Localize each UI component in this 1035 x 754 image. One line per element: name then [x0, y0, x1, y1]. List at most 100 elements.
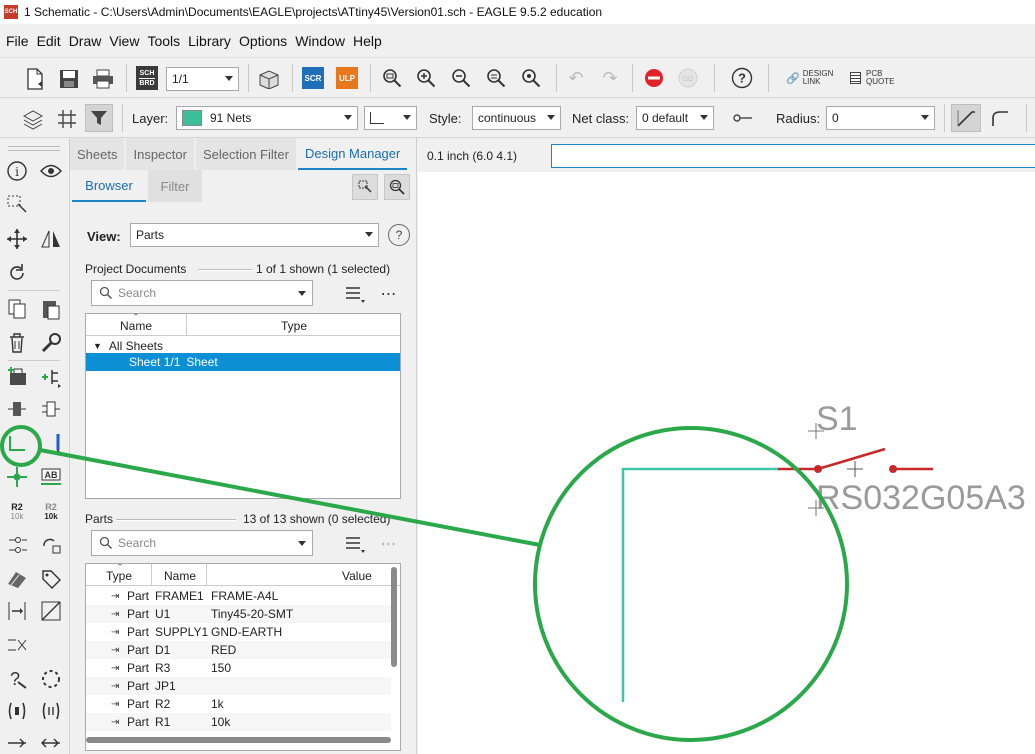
wrench-icon[interactable]: [38, 330, 64, 356]
misc-tool-icon[interactable]: [38, 730, 64, 754]
radius-select[interactable]: 0: [826, 106, 935, 130]
table-row[interactable]: ⇥ Part R1 10k: [86, 713, 391, 731]
copy-icon[interactable]: [4, 296, 30, 322]
select-in-canvas-icon[interactable]: [352, 174, 378, 200]
subtab-browser[interactable]: Browser: [72, 170, 146, 202]
add-part-icon[interactable]: [4, 364, 30, 390]
wire-bend-select[interactable]: [364, 106, 417, 130]
zoom-out-icon[interactable]: [449, 66, 473, 90]
menu-edit[interactable]: Edit: [33, 33, 65, 49]
grid-icon[interactable]: [54, 106, 80, 132]
ulp-icon[interactable]: ULP: [336, 67, 358, 89]
view-select[interactable]: Parts: [130, 223, 379, 247]
tab-selection-filter[interactable]: Selection Filter: [195, 138, 296, 170]
mark-icon[interactable]: [4, 698, 30, 724]
subtab-filter[interactable]: Filter: [148, 170, 202, 202]
save-icon[interactable]: [56, 66, 82, 92]
split-icon[interactable]: [4, 730, 30, 754]
invoke-icon[interactable]: [4, 396, 30, 422]
tab-inspector[interactable]: Inspector: [126, 138, 194, 170]
layer-settings-icon[interactable]: [256, 66, 282, 92]
filter-icon[interactable]: [85, 104, 113, 132]
round-corner-icon[interactable]: [985, 104, 1015, 132]
script-icon[interactable]: SCR: [302, 67, 324, 89]
circle-dots-icon[interactable]: [38, 666, 64, 692]
print-icon[interactable]: [90, 66, 116, 92]
undo-icon[interactable]: ↶: [564, 66, 588, 90]
go-icon[interactable]: GO: [677, 67, 699, 89]
optimize-icon[interactable]: [38, 698, 64, 724]
rotate-icon[interactable]: [4, 260, 30, 286]
zoom-to-selection-icon[interactable]: [384, 174, 410, 200]
attribute-icon[interactable]: [38, 566, 64, 592]
bus-tool-icon[interactable]: [38, 430, 64, 456]
select-group-icon[interactable]: [4, 192, 30, 218]
stop-icon[interactable]: [643, 67, 665, 89]
show-icon[interactable]: [38, 158, 64, 184]
value-tool-icon[interactable]: R2 10k: [38, 498, 64, 524]
delete-icon[interactable]: [4, 330, 30, 356]
zoom-fit-icon[interactable]: [380, 66, 404, 90]
command-input[interactable]: [551, 144, 1035, 168]
ripup-icon[interactable]: [4, 632, 30, 658]
menu-tools[interactable]: Tools: [143, 33, 184, 49]
table-row[interactable]: ⇥ Part U1 Tiny45-20-SMT: [86, 605, 391, 623]
design-link-button[interactable]: 🔗 DESIGN LINK: [786, 68, 836, 88]
tab-sheets[interactable]: Sheets: [70, 138, 125, 170]
table-row[interactable]: ⇥ Part FRAME1 FRAME-A4L: [86, 587, 391, 605]
more-options-icon[interactable]: ⋯: [376, 284, 402, 304]
sheet-select[interactable]: 1/1: [166, 67, 239, 91]
table-row[interactable]: ⇥ Part SUPPLY1 GND-EARTH: [86, 623, 391, 641]
replace-part-icon[interactable]: [38, 364, 64, 390]
zoom-in-icon[interactable]: [414, 66, 438, 90]
gate-icon[interactable]: [38, 396, 64, 422]
name-tool-icon[interactable]: R2 10k: [4, 498, 30, 524]
net-tool-icon[interactable]: [4, 430, 30, 456]
menu-draw[interactable]: Draw: [65, 33, 106, 49]
tree-row-sheet-1[interactable]: Sheet 1/1 Sheet: [86, 353, 400, 371]
pinswap-icon[interactable]: [4, 532, 30, 558]
zoom-area-icon[interactable]: [519, 66, 543, 90]
list-options-icon[interactable]: [342, 284, 368, 304]
wire-end-icon[interactable]: [732, 108, 754, 128]
menu-library[interactable]: Library: [184, 33, 235, 49]
line-tool-icon[interactable]: [38, 598, 64, 624]
column-value[interactable]: Value: [342, 569, 372, 583]
net-wire[interactable]: [621, 467, 778, 702]
gateswap-icon[interactable]: [38, 532, 64, 558]
menu-help[interactable]: Help: [349, 33, 386, 49]
style-select[interactable]: continuous: [472, 106, 561, 130]
tab-design-manager[interactable]: Design Manager: [297, 138, 408, 170]
switch-s1-symbol[interactable]: [778, 447, 933, 477]
mirror-icon[interactable]: [38, 226, 64, 252]
horizontal-scrollbar[interactable]: [86, 737, 391, 743]
table-row[interactable]: ⇥ Part D1 RED: [86, 641, 391, 659]
menu-file[interactable]: File: [2, 33, 33, 49]
redo-icon[interactable]: ↷: [598, 66, 622, 90]
menu-options[interactable]: Options: [235, 33, 291, 49]
column-type[interactable]: Type: [281, 319, 307, 333]
junction-icon[interactable]: [4, 464, 30, 490]
question-tool-icon[interactable]: ?: [4, 666, 30, 692]
pcb-quote-button[interactable]: PCB QUOTE: [850, 68, 902, 88]
menu-view[interactable]: View: [105, 33, 143, 49]
table-row[interactable]: ⇥ Part JP1: [86, 677, 391, 695]
arrow-tool-icon[interactable]: [4, 598, 30, 624]
smash-icon[interactable]: [4, 566, 30, 592]
view-help-icon[interactable]: ?: [388, 224, 410, 246]
table-row[interactable]: ⇥ Part R3 150: [86, 659, 391, 677]
menu-window[interactable]: Window: [291, 33, 349, 49]
paste-icon[interactable]: [38, 296, 64, 322]
sch-brd-switch-icon[interactable]: SCH BRD: [136, 66, 158, 90]
parts-search[interactable]: Search: [91, 530, 313, 556]
help-icon[interactable]: ?: [730, 66, 754, 90]
table-row[interactable]: ⇥ Part R2 1k: [86, 695, 391, 713]
zoom-redraw-icon[interactable]: [484, 66, 508, 90]
new-file-icon[interactable]: [20, 66, 50, 92]
straight-corner-icon[interactable]: [951, 104, 981, 132]
parts-list-options-icon[interactable]: [342, 534, 368, 554]
info-icon[interactable]: i: [4, 158, 30, 184]
parts-more-options-icon[interactable]: ⋯: [376, 534, 402, 554]
netclass-select[interactable]: 0 default: [636, 106, 714, 130]
project-docs-search[interactable]: Search: [91, 280, 313, 306]
